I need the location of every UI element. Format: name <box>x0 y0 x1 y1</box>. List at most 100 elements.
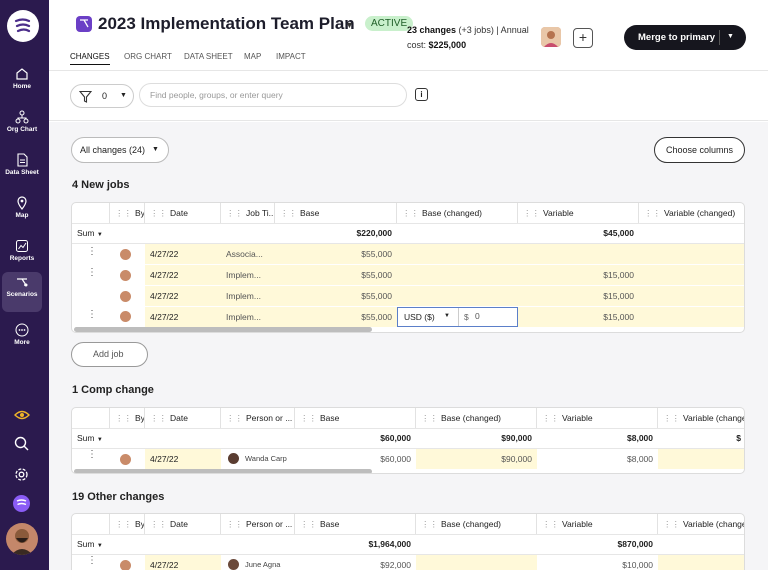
header-by[interactable]: ⋮⋮ By <box>110 408 145 428</box>
row-menu-icon[interactable]: ⋮ <box>87 450 97 460</box>
sum-variable: $870,000 <box>617 539 653 549</box>
title-dropdown-icon[interactable]: ▼ <box>345 20 354 30</box>
scenario-icon <box>76 16 92 32</box>
cell-base[interactable]: $55,000 <box>275 307 397 327</box>
eye-icon[interactable] <box>14 408 30 422</box>
header-variable[interactable]: ⋮⋮ Variable <box>537 408 658 428</box>
header-date[interactable]: ⋮⋮ Date <box>145 514 221 534</box>
cell-variable[interactable]: $15,000 <box>518 265 639 285</box>
header-by[interactable]: ⋮⋮ By <box>110 514 145 534</box>
header-variable-changed[interactable]: ⋮⋮Variable (changed) <box>658 408 744 428</box>
cell-person[interactable]: June Agna <box>240 555 295 570</box>
header-blank <box>72 514 110 534</box>
header-by[interactable]: ⋮⋮ By <box>110 203 145 223</box>
user-avatar[interactable] <box>6 523 38 555</box>
header-variable[interactable]: ⋮⋮ Variable <box>537 514 658 534</box>
add-collaborator-button[interactable]: + <box>573 28 593 48</box>
cell-date[interactable]: 4/27/22 <box>145 555 221 570</box>
search-icon[interactable] <box>14 436 29 451</box>
base-changed-editor[interactable]: USD ($) ▼ $ 0 <box>397 307 518 327</box>
cell-date[interactable]: 4/27/22 <box>145 449 221 469</box>
horizontal-scrollbar[interactable] <box>74 469 372 473</box>
cell-variable[interactable]: $15,000 <box>518 307 639 327</box>
header-variable-changed[interactable]: ⋮⋮Variable (changed) <box>658 514 744 534</box>
cell-base[interactable]: $55,000 <box>275 244 397 264</box>
nav-home[interactable]: Home <box>2 64 42 104</box>
cell-base-changed[interactable]: $90,000 <box>416 449 537 469</box>
cell-date[interactable]: 4/27/22 <box>145 265 221 285</box>
cell-job[interactable]: Implem... <box>221 265 275 285</box>
cell-date[interactable]: 4/27/22 <box>145 286 221 306</box>
cell-base[interactable]: $92,000 <box>295 555 416 570</box>
merge-to-primary-button[interactable]: Merge to primary ▼ <box>624 25 746 50</box>
cell-job[interactable]: Implem... <box>221 286 275 306</box>
owner-avatar[interactable] <box>541 27 561 47</box>
cell-base[interactable]: $55,000 <box>275 265 397 285</box>
gear-icon[interactable] <box>14 467 29 482</box>
section-title-comp-change: 1 Comp change <box>72 384 154 396</box>
cell-job[interactable]: Implem... <box>221 307 275 327</box>
currency-select[interactable]: USD ($) <box>404 312 435 322</box>
header-base[interactable]: ⋮⋮ Base <box>295 408 416 428</box>
cell-variable[interactable]: $8,000 <box>537 449 658 469</box>
header-base[interactable]: ⋮⋮ Base <box>275 203 397 223</box>
tab-changes[interactable]: CHANGES <box>70 52 110 65</box>
search-input[interactable]: Find people, groups, or enter query <box>139 83 407 107</box>
filter-button[interactable]: 0 ▼ <box>70 84 134 108</box>
header-base[interactable]: ⋮⋮ Base <box>295 514 416 534</box>
row-menu-icon[interactable]: ⋮ <box>87 556 97 566</box>
nav-reports[interactable]: Reports <box>2 236 42 276</box>
cell-person[interactable]: Wanda Carp <box>240 449 295 469</box>
header-base-changed[interactable]: ⋮⋮ Base (changed) <box>416 514 537 534</box>
cell-date[interactable]: 4/27/22 <box>145 244 221 264</box>
chart-line-icon <box>16 240 28 252</box>
choose-columns-button[interactable]: Choose columns <box>654 137 745 163</box>
brand-icon[interactable] <box>13 495 30 512</box>
sum-label[interactable]: Sum ▼ <box>72 223 110 243</box>
tab-data-sheet[interactable]: DATA SHEET <box>184 52 233 65</box>
sum-label[interactable]: Sum ▼ <box>72 534 110 554</box>
header-person[interactable]: ⋮⋮ Person or ... <box>221 514 295 534</box>
amount-input[interactable]: 0 <box>475 311 480 321</box>
sum-variable-changed: $ <box>736 433 741 443</box>
info-icon[interactable]: i <box>415 88 428 101</box>
nav-org-chart[interactable]: Org Chart <box>2 107 42 147</box>
map-pin-icon <box>17 196 27 210</box>
header-base-changed[interactable]: ⋮⋮ Base (changed) <box>397 203 518 223</box>
nav-more[interactable]: More <box>2 320 42 360</box>
tab-org-chart[interactable]: ORG CHART <box>124 52 172 65</box>
cell-base[interactable]: $60,000 <box>295 449 416 469</box>
all-changes-dropdown[interactable]: All changes (24) ▼ <box>71 137 169 163</box>
tab-impact[interactable]: IMPACT <box>276 52 306 65</box>
cell-base[interactable]: $55,000 <box>275 286 397 306</box>
cell-job[interactable]: Associa... <box>221 244 275 264</box>
app-logo[interactable] <box>7 10 39 42</box>
horizontal-scrollbar[interactable] <box>74 327 372 332</box>
header-variable[interactable]: ⋮⋮ Variable <box>518 203 639 223</box>
row-menu-icon[interactable]: ⋮ <box>87 268 97 278</box>
row-menu-icon[interactable]: ⋮ <box>87 310 97 320</box>
page-title[interactable]: 2023 Implementation Team Plan <box>98 14 355 34</box>
nav-reports-label: Reports <box>9 255 35 262</box>
sum-label[interactable]: Sum ▼ <box>72 428 110 448</box>
person-avatar <box>227 558 240 570</box>
header-date[interactable]: ⋮⋮ Date <box>145 203 221 223</box>
cell-variable[interactable]: $10,000 <box>537 555 658 570</box>
header-job-title[interactable]: ⋮⋮ Job Ti... <box>221 203 275 223</box>
tab-map[interactable]: MAP <box>244 52 261 65</box>
header-base-changed[interactable]: ⋮⋮ Base (changed) <box>416 408 537 428</box>
header-person[interactable]: ⋮⋮ Person or ... <box>221 408 295 428</box>
cell-date[interactable]: 4/27/22 <box>145 307 221 327</box>
header-variable-changed[interactable]: ⋮⋮Variable (changed) <box>639 203 744 223</box>
cell-variable[interactable]: $15,000 <box>518 286 639 306</box>
nav-map[interactable]: Map <box>2 193 42 233</box>
avatar <box>119 248 132 261</box>
nav-scenarios[interactable]: Scenarios <box>2 272 42 312</box>
row-menu-icon[interactable]: ⋮ <box>87 247 97 257</box>
avatar <box>119 310 132 323</box>
add-job-button[interactable]: Add job <box>71 342 148 367</box>
nav-map-label: Map <box>15 212 29 219</box>
merge-dropdown-icon[interactable]: ▼ <box>727 33 734 40</box>
nav-data-sheet[interactable]: Data Sheet <box>2 150 42 190</box>
header-date[interactable]: ⋮⋮ Date <box>145 408 221 428</box>
